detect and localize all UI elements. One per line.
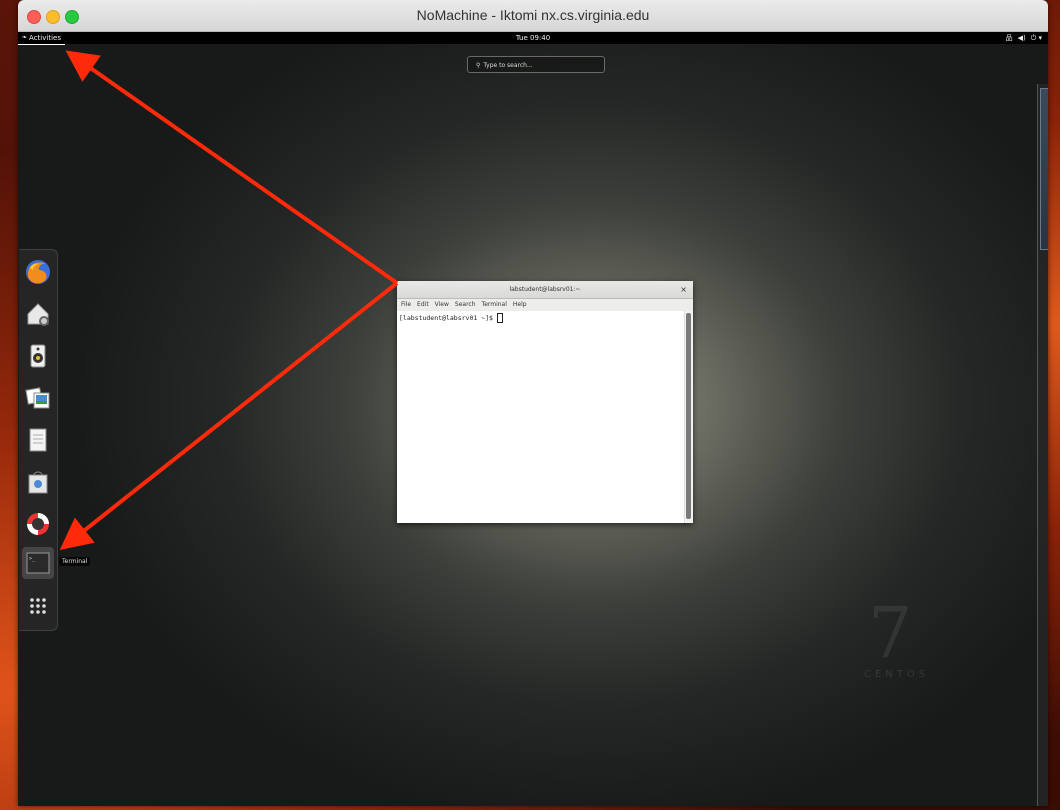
text-cursor — [496, 313, 503, 323]
gnome-desktop: ❧ Activities Tue 09:40 品 ◀) ⏻ ▾ ⚲ Type to… — [18, 32, 1048, 806]
menu-terminal[interactable]: Terminal — [482, 299, 507, 311]
volume-icon: ◀) — [1017, 34, 1026, 42]
software-center-icon[interactable] — [24, 468, 52, 496]
search-icon: ⚲ — [476, 62, 481, 69]
centos-watermark-seven: 7 — [868, 592, 913, 674]
menu-help[interactable]: Help — [513, 299, 527, 311]
nomachine-window: NoMachine - Iktomi nx.cs.virginia.edu ❧ … — [18, 0, 1048, 806]
terminal-scrollbar[interactable] — [684, 311, 693, 523]
menu-file[interactable]: File — [401, 299, 411, 311]
firefox-icon[interactable] — [24, 258, 52, 286]
shell-prompt: [labstudent@labsrv01 ~]$ — [399, 314, 497, 322]
menu-search[interactable]: Search — [455, 299, 476, 311]
terminal-icon[interactable]: >_ — [24, 549, 52, 577]
text-editor-icon[interactable] — [24, 426, 52, 454]
network-drive-icon[interactable] — [24, 300, 52, 328]
window-titlebar: NoMachine - Iktomi nx.cs.virginia.edu — [18, 0, 1048, 32]
terminal-close-icon[interactable]: × — [680, 281, 687, 298]
terminal-titlebar[interactable]: labstudent@labsrv01:~ × — [397, 281, 693, 299]
image-viewer-icon[interactable] — [24, 384, 52, 412]
dash: >_ — [19, 249, 58, 631]
speaker-icon[interactable] — [24, 342, 52, 370]
terminal-title: labstudent@labsrv01:~ — [509, 286, 581, 293]
terminal-output[interactable]: [labstudent@labsrv01 ~]$ — [397, 311, 685, 523]
system-tray[interactable]: 品 ◀) ⏻ ▾ — [1006, 32, 1042, 44]
search-input[interactable]: ⚲ Type to search... — [467, 56, 605, 73]
workspace-thumbnail[interactable] — [1040, 88, 1048, 250]
help-icon[interactable] — [24, 510, 52, 538]
terminal-menubar: File Edit View Search Terminal Help — [397, 299, 693, 311]
terminal-window[interactable]: labstudent@labsrv01:~ × File Edit View S… — [397, 281, 693, 523]
power-icon: ⏻ ▾ — [1030, 34, 1042, 42]
network-icon: 品 — [1005, 34, 1013, 42]
gnome-top-bar: ❧ Activities Tue 09:40 品 ◀) ⏻ ▾ — [18, 32, 1048, 45]
window-title: NoMachine - Iktomi nx.cs.virginia.edu — [416, 7, 650, 23]
clock[interactable]: Tue 09:40 — [18, 32, 1048, 44]
menu-edit[interactable]: Edit — [417, 299, 429, 311]
show-applications-icon[interactable] — [24, 592, 52, 620]
terminal-tooltip: Terminal — [59, 557, 91, 566]
svg-text:>_: >_ — [29, 556, 36, 562]
menu-view[interactable]: View — [435, 299, 449, 311]
centos-watermark-text: CENTOS — [864, 669, 930, 680]
search-placeholder: Type to search... — [483, 62, 533, 69]
